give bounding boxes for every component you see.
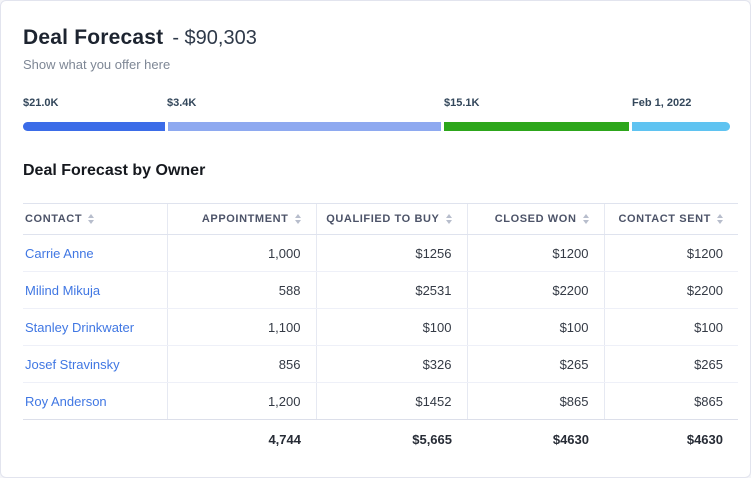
closed-won-total: $4630 [467,420,604,459]
appointment-cell: 856 [167,346,316,383]
qualified-to-buy-cell: $1452 [316,383,467,420]
table-title: Deal Forecast by Owner [23,160,736,181]
table-header-row: CONTACT APPOINTMENT QUALIFIED TO BUY CLO… [23,204,738,235]
contact-link[interactable]: Carrie Anne [25,246,94,261]
closed-won-cell: $1200 [467,235,604,272]
appointment-cell: 1,200 [167,383,316,420]
progress-segment[interactable] [632,122,730,131]
contact-sent-cell: $100 [604,309,738,346]
column-header-label: CONTACT SENT [618,213,711,225]
table-row: Milind Mikuja 588 $2531 $2200 $2200 [23,272,738,309]
progress-segment[interactable] [444,122,629,131]
qualified-to-buy-cell: $1256 [316,235,467,272]
totals-empty-cell [23,420,167,459]
contact-sent-cell: $865 [604,383,738,420]
closed-won-cell: $2200 [467,272,604,309]
segment-label: $21.0K [23,97,58,109]
qualified-to-buy-cell: $2531 [316,272,467,309]
closed-won-cell: $265 [467,346,604,383]
closed-won-cell: $100 [467,309,604,346]
card-header: Deal Forecast - $90,303 [23,23,736,53]
contact-sent-cell: $265 [604,346,738,383]
contact-link[interactable]: Roy Anderson [25,394,107,409]
qualified-to-buy-cell: $326 [316,346,467,383]
table-totals-row: 4,744 $5,665 $4630 $4630 [23,420,738,459]
contact-cell: Stanley Drinkwater [23,309,167,346]
contact-cell: Milind Mikuja [23,272,167,309]
table-row: Carrie Anne 1,000 $1256 $1200 $1200 [23,235,738,272]
progress-track [23,122,730,131]
column-header-contact-sent[interactable]: CONTACT SENT [604,204,738,235]
page-title: Deal Forecast [23,23,163,53]
appointment-cell: 1,100 [167,309,316,346]
deal-forecast-card: Deal Forecast - $90,303 Show what you of… [0,0,751,478]
segment-label: $3.4K [167,97,196,109]
deal-forecast-table: CONTACT APPOINTMENT QUALIFIED TO BUY CLO… [23,203,738,458]
contact-cell: Roy Anderson [23,383,167,420]
qualified-to-buy-cell: $100 [316,309,467,346]
column-header-contact[interactable]: CONTACT [23,204,167,235]
sort-icon[interactable] [446,214,452,224]
table-row: Josef Stravinsky 856 $326 $265 $265 [23,346,738,383]
segment-label: Feb 1, 2022 [632,97,691,109]
progress-segment[interactable] [23,122,165,131]
progress-labels: $21.0K $3.4K $15.1K Feb 1, 2022 [23,97,730,112]
sort-icon[interactable] [295,214,301,224]
forecast-progress-bar: $21.0K $3.4K $15.1K Feb 1, 2022 [23,97,730,131]
column-header-appointment[interactable]: APPOINTMENT [167,204,316,235]
appointment-cell: 588 [167,272,316,309]
sort-icon[interactable] [583,214,589,224]
closed-won-cell: $865 [467,383,604,420]
contact-cell: Carrie Anne [23,235,167,272]
contact-link[interactable]: Stanley Drinkwater [25,320,134,335]
column-header-qualified-to-buy[interactable]: QUALIFIED TO BUY [316,204,467,235]
column-header-label: QUALIFIED TO BUY [326,213,439,225]
table-row: Stanley Drinkwater 1,100 $100 $100 $100 [23,309,738,346]
contact-link[interactable]: Josef Stravinsky [25,357,120,372]
segment-label: $15.1K [444,97,479,109]
contact-sent-cell: $1200 [604,235,738,272]
column-header-label: APPOINTMENT [202,213,289,225]
column-header-closed-won[interactable]: CLOSED WON [467,204,604,235]
sort-icon[interactable] [88,214,94,224]
contact-cell: Josef Stravinsky [23,346,167,383]
forecast-amount: - $90,303 [172,23,257,53]
contact-sent-total: $4630 [604,420,738,459]
column-header-label: CONTACT [25,213,82,225]
contact-sent-cell: $2200 [604,272,738,309]
column-header-label: CLOSED WON [495,213,577,225]
qualified-to-buy-total: $5,665 [316,420,467,459]
contact-link[interactable]: Milind Mikuja [25,283,100,298]
table-row: Roy Anderson 1,200 $1452 $865 $865 [23,383,738,420]
appointment-total: 4,744 [167,420,316,459]
appointment-cell: 1,000 [167,235,316,272]
progress-segment[interactable] [168,122,441,131]
page-subtitle: Show what you offer here [23,56,736,74]
sort-icon[interactable] [717,214,723,224]
